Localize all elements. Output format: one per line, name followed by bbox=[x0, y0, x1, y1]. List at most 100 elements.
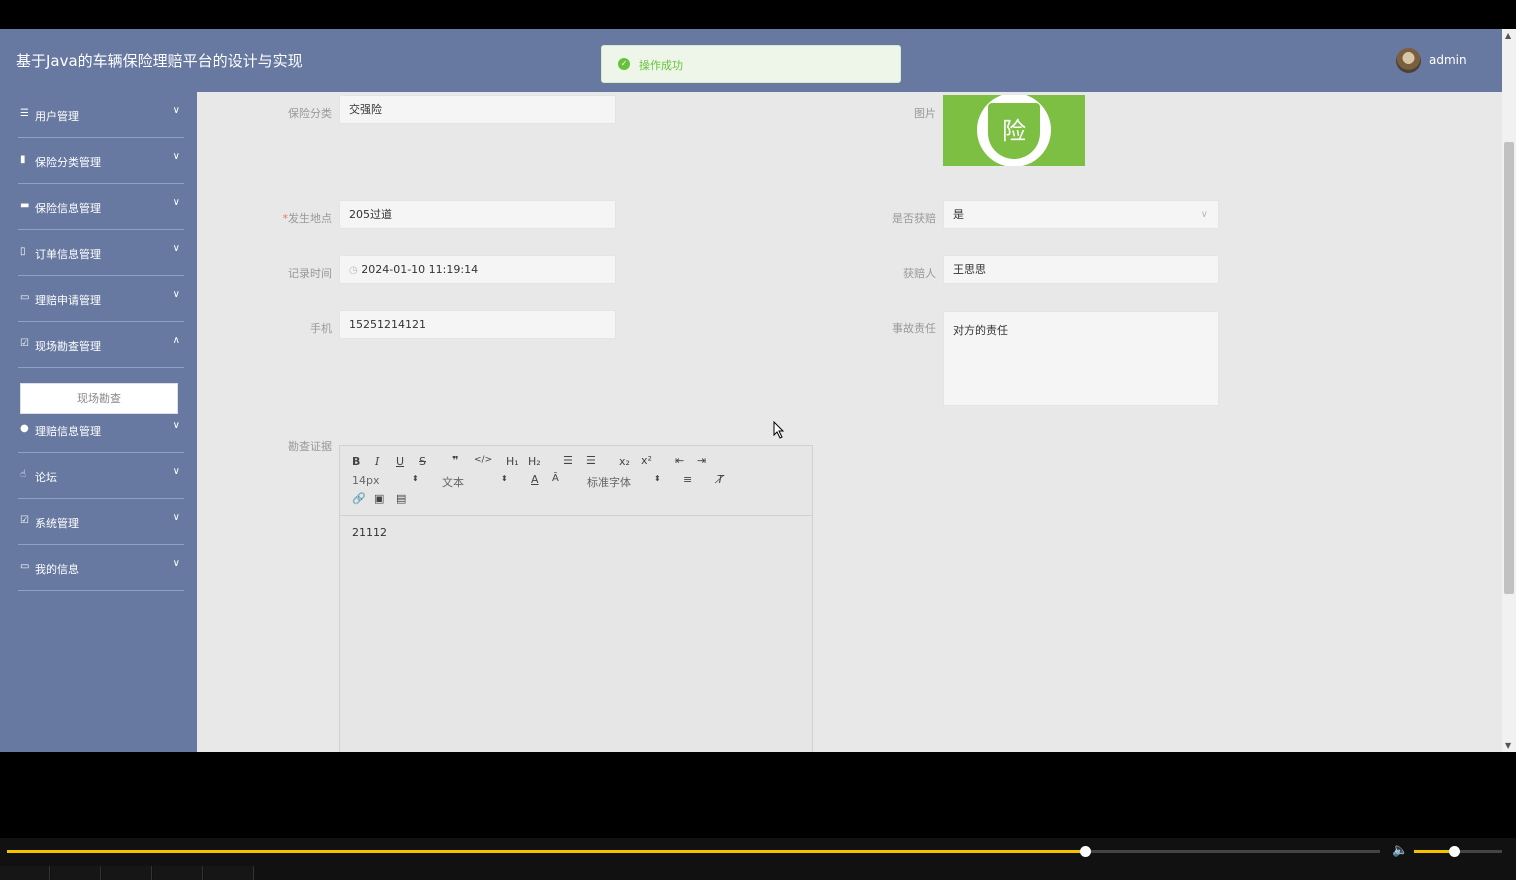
sidebar-item-4[interactable]: ▭ 理赔申请管理 ∨ bbox=[18, 276, 184, 322]
clear-format-icon[interactable]: T̸ bbox=[717, 473, 724, 486]
toast-message: 操作成功 bbox=[639, 59, 683, 72]
volume-icon[interactable]: 🔈 bbox=[1392, 843, 1408, 858]
check-clipboard-icon: ☑ bbox=[20, 338, 29, 349]
indent-icon[interactable]: ⇥ bbox=[697, 454, 706, 467]
scrollbar-thumb[interactable] bbox=[1504, 142, 1514, 594]
sidebar-item-8[interactable]: ☑ 系统管理 ∨ bbox=[18, 499, 184, 545]
rich-text-editor[interactable]: B I U S ❞ </> H₁ H₂ ☰ ☰ x₂ x² ⇤ ⇥ 14px ⬍ bbox=[339, 445, 813, 752]
italic-icon[interactable]: I bbox=[375, 455, 379, 468]
record-time-field[interactable]: ◷ 2024-01-10 11:19:14 bbox=[339, 255, 616, 284]
seek-knob[interactable] bbox=[1079, 846, 1091, 857]
header-chevron-icon[interactable]: ⬍ bbox=[501, 474, 508, 483]
scroll-up-icon[interactable]: ▲ bbox=[1505, 31, 1511, 40]
sidebar-item-label: 保险分类管理 bbox=[35, 156, 101, 169]
success-toast: ✓ 操作成功 bbox=[601, 45, 901, 83]
avatar[interactable] bbox=[1396, 48, 1421, 73]
player-button[interactable] bbox=[102, 866, 152, 880]
ordered-list-icon[interactable]: ☰ bbox=[563, 454, 573, 467]
liability-textarea[interactable]: 对方的责任 bbox=[943, 311, 1219, 406]
clock-icon: ◷ bbox=[349, 265, 358, 276]
player-button[interactable] bbox=[51, 866, 101, 880]
sidebar-item-3[interactable]: ▯ 订单信息管理 ∨ bbox=[18, 230, 184, 276]
label-location: *发生地点 bbox=[232, 210, 333, 226]
phone-field[interactable]: 15251214121 bbox=[339, 310, 616, 339]
sidebar-item-7[interactable]: ☝ 论坛 ∨ bbox=[18, 453, 184, 499]
player-button[interactable] bbox=[0, 866, 50, 880]
sidebar-item-0[interactable]: ☰ 用户管理 ∨ bbox=[18, 92, 184, 138]
chevron-down-icon: ∨ bbox=[172, 105, 180, 116]
card-icon: ▭ bbox=[20, 561, 30, 572]
blockquote-icon[interactable]: ❞ bbox=[452, 454, 458, 467]
seek-bar[interactable] bbox=[7, 846, 1380, 857]
chevron-down-icon: ∨ bbox=[172, 243, 180, 254]
video-icon[interactable]: ▤ bbox=[396, 492, 406, 505]
label-location-text: 发生地点 bbox=[288, 212, 332, 225]
sidebar-item-1[interactable]: ▮ 保险分类管理 ∨ bbox=[18, 138, 184, 184]
font-family-chevron-icon[interactable]: ⬍ bbox=[654, 474, 661, 483]
book-icon: ▮ bbox=[20, 154, 26, 165]
editor-toolbar: B I U S ❞ </> H₁ H₂ ☰ ☰ x₂ x² ⇤ ⇥ 14px ⬍ bbox=[340, 446, 812, 516]
record-time-value: 2024-01-10 11:19:14 bbox=[361, 263, 479, 276]
sidebar-item-5[interactable]: ☑ 现场勘查管理 ∧ bbox=[18, 322, 184, 368]
sidebar-item-label: 我的信息 bbox=[35, 563, 79, 576]
player-button[interactable] bbox=[204, 866, 254, 880]
claimant-field[interactable]: 王思思 bbox=[943, 255, 1219, 284]
font-size-chevron-icon[interactable]: ⬍ bbox=[412, 474, 419, 483]
h2-icon[interactable]: H₂ bbox=[528, 455, 541, 468]
label-phone: 手机 bbox=[310, 322, 332, 335]
superscript-icon[interactable]: x² bbox=[641, 454, 652, 467]
volume-knob[interactable] bbox=[1448, 846, 1460, 857]
vertical-scrollbar[interactable]: ▲ ▼ bbox=[1502, 29, 1516, 752]
align-icon[interactable]: ≡ bbox=[683, 473, 692, 486]
volume-slider[interactable] bbox=[1414, 846, 1502, 857]
monitor-icon: ▭ bbox=[20, 292, 30, 303]
sidebar-item-label: 订单信息管理 bbox=[35, 248, 101, 261]
player-button[interactable] bbox=[153, 866, 203, 880]
sidebar-item-label: 现场勘查管理 bbox=[35, 340, 101, 353]
font-family-select[interactable]: 标准字体 bbox=[587, 474, 631, 490]
chevron-down-icon: ∨ bbox=[172, 151, 180, 162]
header-select[interactable]: 文本 bbox=[442, 474, 464, 490]
outdent-icon[interactable]: ⇤ bbox=[675, 454, 684, 467]
checkbox-icon: ☑ bbox=[20, 515, 29, 526]
label-category: 保险分类 bbox=[288, 107, 332, 120]
image-icon[interactable]: ▣ bbox=[374, 492, 384, 505]
chevron-down-icon: ∨ bbox=[1200, 209, 1208, 220]
submenu-item-site-survey[interactable]: 现场勘查 bbox=[20, 383, 178, 414]
label-compensated: 是否获赔 bbox=[892, 212, 936, 225]
seek-bar-progress bbox=[7, 850, 1085, 853]
subscript-icon[interactable]: x₂ bbox=[619, 455, 630, 468]
clipboard-icon: ▯ bbox=[20, 246, 26, 257]
underline-icon[interactable]: U bbox=[396, 455, 404, 468]
link-icon[interactable]: 🔗 bbox=[352, 492, 366, 505]
shield-icon: 险 bbox=[988, 103, 1040, 159]
bullet-list-icon[interactable]: ☰ bbox=[586, 454, 596, 467]
app-title: 基于Java的车辆保险理赔平台的设计与实现 bbox=[16, 52, 303, 70]
background-color-icon[interactable]: Ā bbox=[552, 473, 559, 484]
font-size-select[interactable]: 14px bbox=[352, 474, 380, 487]
insurance-image[interactable]: 险 bbox=[943, 95, 1085, 166]
editor-content[interactable]: 21112 bbox=[352, 526, 387, 539]
label-evidence: 勘查证据 bbox=[288, 440, 332, 453]
check-circle-icon: ✓ bbox=[618, 58, 630, 70]
scroll-down-icon[interactable]: ▼ bbox=[1505, 741, 1511, 750]
label-image: 图片 bbox=[914, 107, 936, 120]
label-liability: 事故责任 bbox=[892, 322, 936, 335]
strikethrough-icon[interactable]: S bbox=[419, 455, 426, 468]
chevron-down-icon: ∨ bbox=[172, 289, 180, 300]
sidebar: ☰ 用户管理 ∨ ▮ 保险分类管理 ∨ ▬ 保险信息管理 ∨ ▯ 订单信息管理 ∨ ▭ 理赔申请管理 ∨ ☑ 现… bbox=[0, 92, 197, 752]
category-field[interactable]: 交强险 bbox=[339, 95, 616, 124]
sidebar-item-label: 理赔申请管理 bbox=[35, 294, 101, 307]
video-player-bar: 🔈 bbox=[0, 838, 1516, 880]
username[interactable]: admin bbox=[1429, 53, 1467, 67]
sidebar-item-2[interactable]: ▬ 保险信息管理 ∨ bbox=[18, 184, 184, 230]
code-icon[interactable]: </> bbox=[474, 455, 492, 465]
sidebar-item-9[interactable]: ▭ 我的信息 ∨ bbox=[18, 545, 184, 591]
h1-icon[interactable]: H₁ bbox=[506, 455, 519, 468]
location-field[interactable]: 205过道 bbox=[339, 200, 616, 229]
sidebar-item-label: 理赔信息管理 bbox=[35, 425, 101, 438]
chevron-down-icon: ∨ bbox=[172, 466, 180, 477]
font-color-icon[interactable]: A bbox=[531, 473, 539, 486]
compensated-select[interactable]: 是 ∨ bbox=[943, 200, 1219, 229]
bold-icon[interactable]: B bbox=[352, 455, 360, 468]
